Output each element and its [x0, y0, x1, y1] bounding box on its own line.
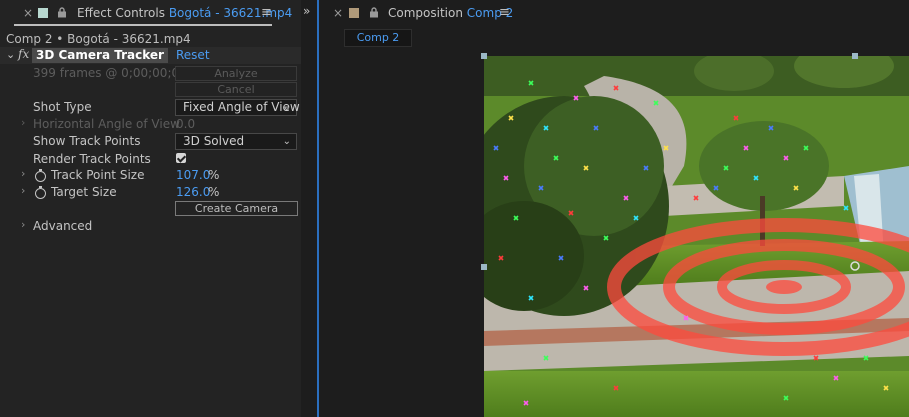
show-track-points-row: Show Track Points 3D Solved ⌄ [0, 133, 301, 150]
layer-handle-top-left[interactable] [481, 53, 487, 59]
render-track-points-label: Render Track Points [33, 152, 151, 166]
chevron-right-icon[interactable]: › [21, 116, 25, 129]
show-track-points-dropdown[interactable]: 3D Solved ⌄ [175, 133, 297, 150]
target-size-unit: % [208, 185, 220, 199]
chevron-right-icon[interactable]: › [21, 218, 25, 231]
reset-link[interactable]: Reset [176, 48, 210, 62]
render-track-points-checkbox[interactable] [176, 153, 186, 163]
target-size-row: › Target Size 126.0 % [0, 184, 301, 201]
stopwatch-icon[interactable] [35, 186, 46, 199]
lock-icon[interactable] [57, 7, 67, 21]
panel-menu-icon[interactable]: ≡ [499, 5, 510, 20]
shot-type-row: Shot Type Fixed Angle of View ⌄ [0, 99, 301, 116]
tab-title-prefix: Effect Controls [77, 6, 165, 20]
expand-panels-icon[interactable]: » [303, 4, 310, 18]
chevron-right-icon[interactable]: › [21, 184, 25, 197]
frames-status: 399 frames @ 0;00;00;00 [33, 66, 187, 80]
horizontal-angle-value[interactable]: 0.0 [176, 117, 195, 131]
cancel-button[interactable]: Cancel [175, 82, 297, 97]
horizontal-angle-row: › Horizontal Angle of View 0.0 [0, 116, 301, 133]
panel-menu-icon[interactable]: ≡ [261, 5, 272, 20]
chevron-down-icon: ⌄ [282, 102, 291, 113]
create-camera-row: Create Camera [0, 200, 301, 217]
render-track-points-row: Render Track Points [0, 151, 301, 168]
track-point-size-unit: % [208, 168, 220, 182]
target-size-label: Target Size [51, 185, 117, 199]
active-tab-underline [14, 24, 272, 26]
layer-handle-middle-left[interactable] [481, 264, 487, 270]
track-point-size-label: Track Point Size [51, 168, 145, 182]
composition-viewer[interactable] [484, 56, 909, 417]
fx-icon[interactable]: fx [18, 47, 29, 61]
advanced-label: Advanced [33, 219, 93, 233]
lock-icon[interactable] [369, 7, 379, 21]
track-point-size-row: › Track Point Size 107.0 % [0, 167, 301, 184]
track-point-size-value[interactable]: 107.0 [176, 168, 210, 182]
chevron-right-icon[interactable]: › [21, 167, 25, 180]
shot-type-dropdown[interactable]: Fixed Angle of View ⌄ [175, 99, 300, 116]
status-row: 399 frames @ 0;00;00;00 Analyze [0, 65, 301, 82]
shot-type-label: Shot Type [33, 100, 92, 114]
tab-composition[interactable]: Composition Comp 2 [388, 6, 513, 20]
chevron-down-icon: ⌄ [282, 136, 291, 147]
footage-frame [484, 56, 909, 417]
stopwatch-icon[interactable] [35, 169, 46, 182]
tab-effect-controls[interactable]: Effect Controls Bogotá - 36621.mp4 [77, 6, 292, 20]
close-tab-icon[interactable]: × [23, 6, 33, 20]
horizontal-angle-label: Horizontal Angle of View [33, 117, 180, 131]
close-tab-icon[interactable]: × [333, 6, 343, 20]
show-track-points-value: 3D Solved [183, 134, 245, 148]
cancel-row: Cancel [0, 81, 301, 98]
comp-layer-breadcrumb: Comp 2 • Bogotá - 36621.mp4 [6, 32, 191, 46]
comp-navigator-chip[interactable]: Comp 2 [344, 29, 412, 47]
layer-handle-top-center[interactable] [852, 53, 858, 59]
tab-color-swatch [349, 8, 359, 18]
tab-title-prefix: Composition [388, 6, 463, 20]
effect-controls-panel: × Effect Controls Bogotá - 36621.mp4 ≡ C… [0, 0, 301, 417]
tab-title-file: Bogotá - 36621.mp4 [168, 6, 293, 20]
tab-color-swatch [38, 8, 48, 18]
effect-name[interactable]: 3D Camera Tracker [32, 48, 168, 63]
create-camera-button[interactable]: Create Camera [175, 201, 298, 216]
show-track-points-label: Show Track Points [33, 134, 141, 148]
advanced-row[interactable]: › Advanced [0, 218, 301, 235]
analyze-button[interactable]: Analyze [175, 66, 297, 81]
target-size-value[interactable]: 126.0 [176, 185, 210, 199]
effect-header-row[interactable]: ⌄ fx 3D Camera Tracker Reset [0, 47, 301, 64]
chevron-down-icon[interactable]: ⌄ [6, 48, 15, 61]
